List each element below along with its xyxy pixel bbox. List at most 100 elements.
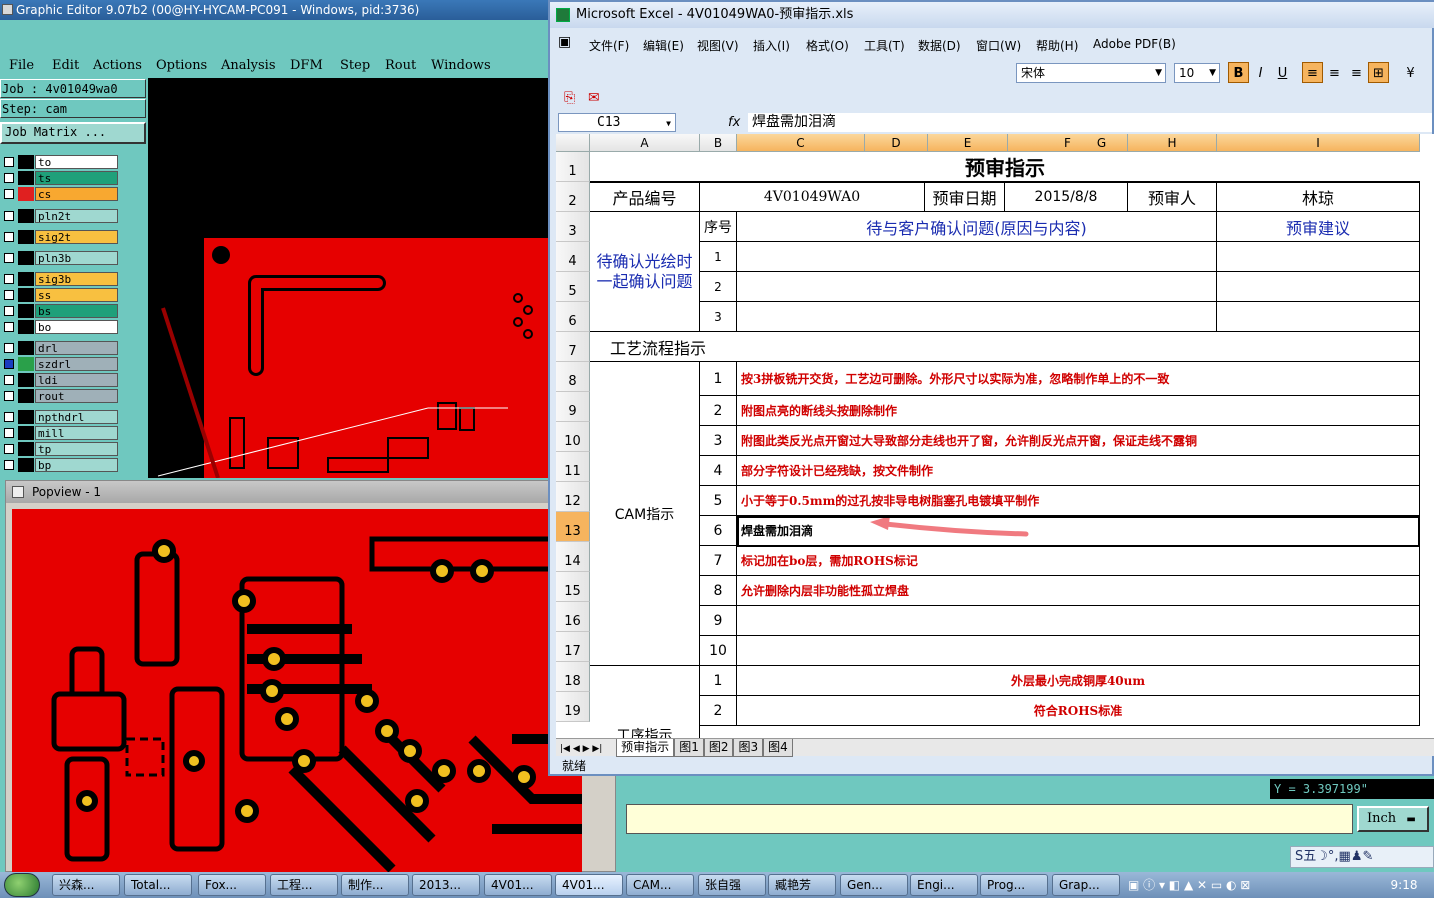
row-header-2[interactable]: 2 — [556, 182, 590, 212]
cam-num[interactable]: 8 — [700, 576, 737, 606]
layer-row-ts[interactable]: ts — [1, 171, 119, 185]
taskbar-button[interactable]: Total... — [124, 874, 192, 896]
sheet-tab[interactable]: 图4 — [763, 739, 793, 757]
review-date-value[interactable]: 2015/8/8 — [1005, 182, 1128, 212]
popview-canvas[interactable] — [12, 509, 582, 873]
row-header-5[interactable]: 5 — [556, 272, 590, 302]
tab-first-icon[interactable]: |◀ ◀ ▶ ▶| — [560, 744, 602, 754]
taskbar-button[interactable]: 制作... — [341, 874, 409, 896]
layer-color-swatch[interactable] — [18, 410, 34, 424]
layer-color-swatch[interactable] — [18, 155, 34, 169]
sheet-tab[interactable]: 图3 — [733, 739, 764, 757]
layer-row-cs[interactable]: cs — [1, 187, 119, 201]
eng-instruction[interactable]: 符合ROHS标准 — [737, 696, 1420, 726]
layer-row-sig2t[interactable]: sig2t — [1, 230, 119, 244]
cam-instruction[interactable]: 附图点亮的断线头按删除制作 — [737, 396, 1420, 426]
layer-checkbox[interactable] — [4, 157, 14, 167]
layer-color-swatch[interactable] — [18, 341, 34, 355]
pdf-convert-icon[interactable]: ⎘ — [564, 90, 575, 106]
cam-instruction[interactable]: 附图此类反光点开窗过大导致部分走线也开了窗，允许削反光点开窗，保证走线不露铜 — [737, 426, 1420, 456]
layer-row-pln3b[interactable]: pln3b — [1, 251, 119, 265]
layer-color-swatch[interactable] — [18, 187, 34, 201]
dropdown-arrow-icon[interactable]: ▼ — [1209, 64, 1216, 82]
menu-view-cn[interactable]: 视图(V) — [697, 37, 739, 54]
confirm-group-label[interactable]: 待确认光绘时一起确认问题 — [590, 212, 700, 332]
popview-window[interactable]: Popview - 1 — [5, 480, 617, 873]
row-header-14[interactable]: 14 — [556, 542, 590, 572]
confirm-advice-3[interactable] — [1217, 302, 1420, 332]
menu-edit-cn[interactable]: 编辑(E) — [643, 37, 684, 54]
taskbar-button[interactable]: 张自强 — [698, 874, 766, 896]
excel-titlebar[interactable]: Microsoft Excel - 4V01049WA0-预审指示.xls — [550, 2, 1434, 28]
system-tray[interactable]: ▣ ⓘ ▾ ◧ ▲ ✕ ▭ ◐ ⊠ — [1128, 876, 1368, 894]
row-header-7[interactable]: 7 — [556, 332, 590, 362]
row-header-4[interactable]: 4 — [556, 242, 590, 272]
cam-num[interactable]: 4 — [700, 456, 737, 486]
process-label[interactable]: 工艺流程指示 — [590, 332, 1420, 362]
layer-color-swatch[interactable] — [18, 373, 34, 387]
excel-window[interactable]: Microsoft Excel - 4V01049WA0-预审指示.xls ▣ … — [548, 0, 1434, 776]
row-header-11[interactable]: 11 — [556, 452, 590, 482]
cam-instruction[interactable]: 焊盘需加泪滴 — [737, 516, 1420, 546]
layer-checkbox[interactable] — [4, 412, 14, 422]
confirm-num-1[interactable]: 1 — [700, 242, 737, 272]
menu-dfm[interactable]: DFM — [290, 58, 323, 73]
row-header-16[interactable]: 16 — [556, 602, 590, 632]
menu-analysis[interactable]: Analysis — [221, 58, 276, 73]
confirm-num-2[interactable]: 2 — [700, 272, 737, 302]
layer-row-npthdrl[interactable]: npthdrl — [1, 410, 119, 424]
cam-num[interactable]: 9 — [700, 606, 737, 636]
layer-row-ss[interactable]: ss — [1, 288, 119, 302]
spreadsheet-grid[interactable]: A B C D E F G H I 1 2 3 4 5 6 7 8 9 10 11 12 13 14 15 1… — [556, 134, 1434, 738]
layer-checkbox[interactable] — [4, 253, 14, 263]
row-header-1[interactable]: 1 — [556, 152, 590, 182]
workbook-icon[interactable]: ▣ — [558, 34, 571, 50]
menu-options[interactable]: Options — [156, 58, 207, 73]
eng-instruction[interactable]: 外层最小完成铜厚40um — [737, 666, 1420, 696]
advice-header[interactable]: 预审建议 — [1217, 212, 1420, 242]
row-header-10[interactable]: 10 — [556, 422, 590, 452]
layer-row-bp[interactable]: bp — [1, 458, 119, 472]
product-no-value[interactable]: 4V01049WA0 — [700, 182, 925, 212]
confirm-advice-1[interactable] — [1217, 242, 1420, 272]
menu-data-cn[interactable]: 数据(D) — [918, 37, 961, 54]
row-header-18[interactable]: 18 — [556, 662, 590, 692]
cam-label[interactable]: CAM指示 — [590, 362, 700, 666]
ime-toolbar[interactable]: S五☽°,▦♟✎ — [1290, 846, 1434, 868]
select-all-corner[interactable] — [556, 134, 590, 152]
cam-num[interactable]: 6 — [700, 516, 737, 546]
reviewer-value[interactable]: 林琼 — [1217, 182, 1420, 212]
cam-instruction[interactable] — [737, 636, 1420, 666]
column-header-i[interactable]: I — [1217, 134, 1420, 152]
layer-color-swatch[interactable] — [18, 357, 34, 371]
taskbar-button[interactable]: 兴森... — [52, 874, 120, 896]
cam-num[interactable]: 1 — [700, 362, 737, 396]
layer-checkbox[interactable] — [4, 189, 14, 199]
bold-button[interactable]: B — [1228, 62, 1249, 83]
taskbar-button[interactable]: Prog... — [980, 874, 1048, 896]
layer-row-ldi[interactable]: ldi — [1, 373, 119, 387]
layer-row-tp[interactable]: tp — [1, 442, 119, 456]
menu-adobe-pdf[interactable]: Adobe PDF(B) — [1093, 37, 1176, 51]
layer-color-swatch[interactable] — [18, 230, 34, 244]
layer-checkbox[interactable] — [4, 232, 14, 242]
taskbar-button[interactable]: 4V01... — [555, 874, 623, 896]
align-center-icon[interactable]: ≡ — [1324, 62, 1345, 83]
taskbar-button[interactable]: 4V01... — [484, 874, 552, 896]
dropdown-arrow-icon[interactable]: ▼ — [666, 115, 671, 132]
start-button[interactable] — [4, 873, 40, 897]
underline-button[interactable]: U — [1272, 62, 1293, 83]
tray-icon[interactable]: ▣ ⓘ ▾ ◧ ▲ ✕ ▭ ◐ ⊠ — [1128, 878, 1250, 892]
taskbar-button[interactable]: 工程... — [270, 874, 338, 896]
align-left-icon[interactable]: ≡ — [1302, 62, 1323, 83]
reviewer-label[interactable]: 预审人 — [1128, 182, 1217, 212]
layer-checkbox[interactable] — [4, 428, 14, 438]
review-date-label[interactable]: 预审日期 — [925, 182, 1005, 212]
layer-color-swatch[interactable] — [18, 209, 34, 223]
cam-instruction[interactable]: 允许删除内层非功能性孤立焊盘 — [737, 576, 1420, 606]
confirm-advice-2[interactable] — [1217, 272, 1420, 302]
layer-color-swatch[interactable] — [18, 320, 34, 334]
eng-num[interactable]: 1 — [700, 666, 737, 696]
cam-instruction[interactable]: 小于等于0.5mm的过孔按非导电树脂塞孔电镀填平制作 — [737, 486, 1420, 516]
name-box[interactable]: C13 ▼ — [558, 113, 676, 132]
